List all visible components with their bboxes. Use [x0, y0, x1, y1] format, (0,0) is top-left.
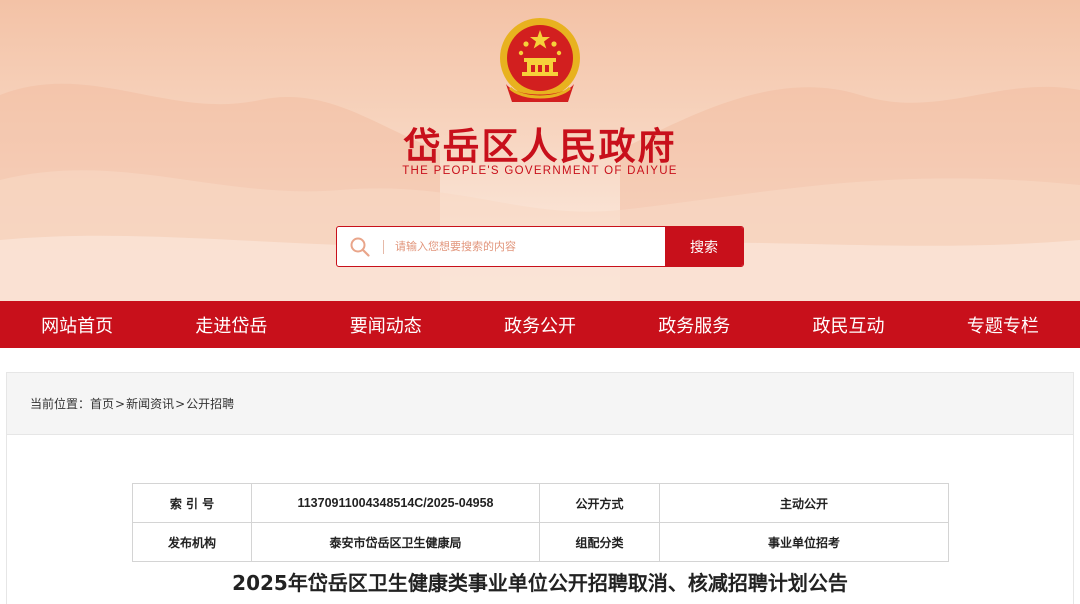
category-value: 事业单位招考 [659, 522, 949, 562]
nav-item-gov-disclosure[interactable]: 政务公开 [463, 301, 617, 348]
index-number-value: 11370911004348514C/2025-04958 [251, 483, 540, 523]
search-divider [383, 240, 384, 254]
breadcrumb-link-recruitment[interactable]: 公开招聘 [186, 395, 234, 412]
site-header: 岱岳区人民政府 THE PEOPLE'S GOVERNMENT OF DAIYU… [0, 0, 1080, 301]
publisher-label: 发布机构 [132, 522, 252, 562]
search-bar: 搜索 [336, 226, 744, 267]
publisher-value: 泰安市岱岳区卫生健康局 [251, 522, 540, 562]
search-button[interactable]: 搜索 [665, 227, 743, 266]
disclosure-method-value: 主动公开 [659, 483, 949, 523]
document-info-table: 索 引 号 11370911004348514C/2025-04958 公开方式… [132, 483, 949, 562]
breadcrumb: 当前位置： 首页 > 新闻资讯 > 公开招聘 [7, 373, 1073, 435]
disclosure-method-label: 公开方式 [539, 483, 660, 523]
breadcrumb-separator: > [175, 396, 186, 411]
site-title: 岱岳区人民政府 [403, 124, 677, 168]
nav-item-gov-services[interactable]: 政务服务 [617, 301, 771, 348]
nav-item-about-daiyue[interactable]: 走进岱岳 [154, 301, 308, 348]
content-area: 当前位置： 首页 > 新闻资讯 > 公开招聘 索 引 号 11370911004… [6, 372, 1074, 604]
national-emblem-icon [500, 18, 580, 102]
table-row: 索 引 号 11370911004348514C/2025-04958 公开方式… [132, 483, 949, 523]
page: 岱岳区人民政府 THE PEOPLE'S GOVERNMENT OF DAIYU… [0, 0, 1080, 604]
category-label: 组配分类 [539, 522, 660, 562]
nav-item-home[interactable]: 网站首页 [0, 301, 154, 348]
nav-item-news[interactable]: 要闻动态 [309, 301, 463, 348]
breadcrumb-link-home[interactable]: 首页 [90, 395, 114, 412]
article-title: 2025年岱岳区卫生健康类事业单位公开招聘取消、核减招聘计划公告 [232, 571, 848, 595]
breadcrumb-prefix: 当前位置： [30, 397, 91, 411]
breadcrumb-link-news[interactable]: 新闻资讯 [126, 395, 174, 412]
breadcrumb-separator: > [115, 396, 126, 411]
search-input[interactable] [395, 227, 663, 266]
nav-item-interaction[interactable]: 政民互动 [771, 301, 925, 348]
search-icon [350, 237, 370, 257]
nav-item-special-topics[interactable]: 专题专栏 [926, 301, 1080, 348]
index-number-label: 索 引 号 [132, 483, 252, 523]
main-nav: 网站首页 走进岱岳 要闻动态 政务公开 政务服务 政民互动 专题专栏 [0, 301, 1080, 348]
site-subtitle: THE PEOPLE'S GOVERNMENT OF DAIYUE [402, 165, 678, 177]
table-row: 发布机构 泰安市岱岳区卫生健康局 组配分类 事业单位招考 [132, 522, 949, 562]
